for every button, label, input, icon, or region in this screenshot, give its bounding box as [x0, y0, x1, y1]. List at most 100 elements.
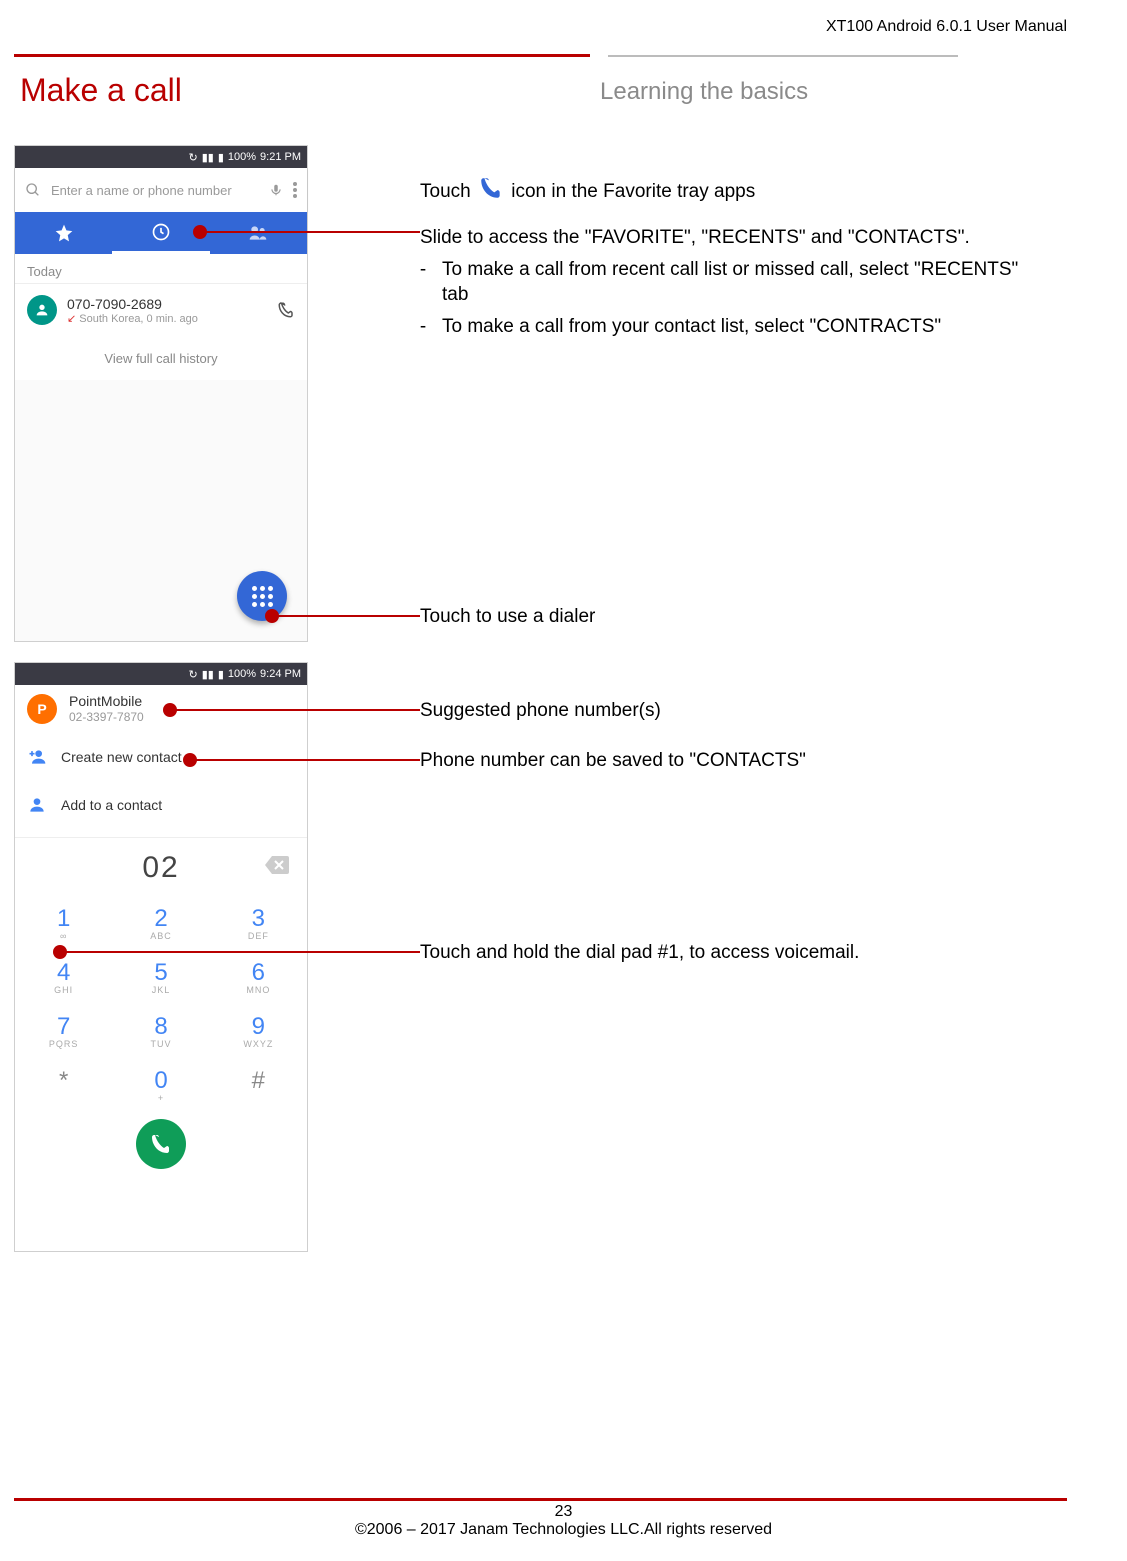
tab-bar: [15, 212, 307, 254]
dialpad-letters: +: [112, 1093, 209, 1103]
typed-number-row: 02: [15, 837, 307, 897]
dialpad-key-2[interactable]: 2ABC: [112, 897, 209, 951]
recent-call-row[interactable]: 070-7090-2689 ↙ South Korea, 0 min. ago: [15, 283, 307, 337]
screenshot-recents: ↻ ▮▮ ▮ 100% 9:21 PM Enter a name or phon…: [14, 145, 308, 642]
create-contact-row[interactable]: Create new contact: [15, 733, 307, 781]
suggested-name: PointMobile: [69, 694, 144, 709]
dialpad-letters: JKL: [112, 985, 209, 995]
dialpad-letters: ABC: [112, 931, 209, 941]
dialpad-digit: 6: [252, 959, 265, 986]
dialpad-digit: 8: [154, 1013, 167, 1040]
status-bar: ↻ ▮▮ ▮ 100% 9:21 PM: [15, 146, 307, 168]
dialpad-key-1[interactable]: 1∞: [15, 897, 112, 951]
signal-icon: ▮▮: [202, 668, 214, 681]
dialpad-letters: WXYZ: [210, 1039, 307, 1049]
recent-number: 070-7090-2689: [67, 296, 277, 312]
callout-bullet-recents: To make a call from recent call list or …: [442, 257, 1047, 308]
suggested-number: 02-3397-7870: [69, 710, 144, 724]
phone-icon-inline: [478, 175, 504, 209]
overflow-icon[interactable]: [293, 182, 297, 198]
section-subtitle: Learning the basics: [600, 78, 808, 106]
call-fab[interactable]: [136, 1119, 186, 1169]
dialer-fab[interactable]: [237, 571, 287, 621]
status-bar-2: ↻ ▮▮ ▮ 100% 9:24 PM: [15, 663, 307, 685]
dialpad-digit: 0: [154, 1067, 167, 1094]
add-person-icon: [27, 747, 47, 767]
battery-icon: ▮: [218, 668, 224, 681]
dialpad-letters: PQRS: [15, 1039, 112, 1049]
callout-touch-icon: Touch icon in the Favorite tray apps: [420, 175, 1047, 209]
dialpad-digit: 5: [154, 959, 167, 986]
callout-line-tabs: [200, 231, 420, 233]
dialpad-letters: MNO: [210, 985, 307, 995]
callout-line-save-contact: [190, 759, 420, 761]
dialpad-digit: 3: [252, 905, 265, 932]
dialpad-key-9[interactable]: 9WXYZ: [210, 1005, 307, 1059]
section-title: Make a call: [20, 72, 182, 109]
view-full-history[interactable]: View full call history: [15, 337, 307, 380]
dialpad-key-8[interactable]: 8TUV: [112, 1005, 209, 1059]
dialpad-key-*[interactable]: *: [15, 1059, 112, 1113]
people-icon: [247, 223, 269, 243]
dialpad-digit: 2: [154, 905, 167, 932]
dialpad-letters: DEF: [210, 931, 307, 941]
recent-subtext: ↙ South Korea, 0 min. ago: [67, 312, 277, 325]
dialpad-digit: 4: [57, 959, 70, 986]
dialpad-letters: GHI: [15, 985, 112, 995]
dialpad-key-3[interactable]: 3DEF: [210, 897, 307, 951]
dialpad-digit: 1: [57, 905, 70, 932]
dialpad-key-7[interactable]: 7PQRS: [15, 1005, 112, 1059]
footer-rule: [14, 1498, 1067, 1501]
sync-icon: ↻: [189, 151, 198, 164]
page-number: 23: [0, 1503, 1127, 1521]
search-placeholder: Enter a name or phone number: [51, 183, 269, 198]
header-rule-red: [14, 54, 590, 57]
sync-icon: ↻: [189, 668, 198, 681]
dialpad-digit: #: [252, 1067, 265, 1094]
dialpad-key-5[interactable]: 5JKL: [112, 951, 209, 1005]
tab-contacts[interactable]: [210, 212, 307, 254]
call-icon[interactable]: [277, 301, 295, 319]
suggested-avatar: P: [27, 694, 57, 724]
callout-line-suggested: [170, 709, 420, 711]
person-icon: [27, 795, 47, 815]
search-icon: [25, 182, 41, 198]
recent-text: 070-7090-2689 ↙ South Korea, 0 min. ago: [67, 296, 277, 325]
mic-icon[interactable]: [269, 183, 283, 197]
dialpad: 1∞2ABC3DEF4GHI5JKL6MNO7PQRS8TUV9WXYZ*0+#: [15, 897, 307, 1113]
person-icon: [34, 302, 50, 318]
star-icon: [54, 223, 74, 243]
footer: 23 ©2006 – 2017 Janam Technologies LLC.A…: [0, 1503, 1127, 1539]
dialpad-key-#[interactable]: #: [210, 1059, 307, 1113]
tab-favorites[interactable]: [15, 212, 112, 254]
dialpad-letters: TUV: [112, 1039, 209, 1049]
dialpad-digit: 9: [252, 1013, 265, 1040]
status-time-2: 9:24 PM: [260, 668, 301, 680]
dialpad-digit: 7: [57, 1013, 70, 1040]
callout-suggested: Suggested phone number(s): [420, 698, 1047, 724]
dialpad-letters: ∞: [15, 931, 112, 941]
callout-slide: Slide to access the "FAVORITE", "RECENTS…: [420, 225, 1047, 346]
signal-icon: ▮▮: [202, 151, 214, 164]
dialpad-icon: [252, 586, 273, 607]
create-contact-label: Create new contact: [61, 749, 182, 765]
battery-text: 100%: [228, 151, 256, 163]
backspace-icon[interactable]: [265, 856, 289, 879]
dialpad-digit: *: [59, 1067, 68, 1094]
callout-dialer: Touch to use a dialer: [420, 604, 1047, 630]
today-label: Today: [15, 254, 307, 283]
callout-line-voicemail: [60, 951, 420, 953]
dialpad-key-6[interactable]: 6MNO: [210, 951, 307, 1005]
copyright: ©2006 – 2017 Janam Technologies LLC.All …: [0, 1521, 1127, 1539]
add-contact-row[interactable]: Add to a contact: [15, 781, 307, 829]
dialpad-key-0[interactable]: 0+: [112, 1059, 209, 1113]
callout-bullet-contacts: To make a call from your contact list, s…: [442, 314, 1047, 340]
phone-icon: [149, 1132, 173, 1156]
dialpad-key-4[interactable]: 4GHI: [15, 951, 112, 1005]
contact-avatar: [27, 295, 57, 325]
typed-number: 02: [142, 851, 179, 885]
callout-save-contact: Phone number can be saved to "CONTACTS": [420, 748, 1047, 774]
clock-icon: [151, 222, 171, 242]
callout-line-dialer: [272, 615, 420, 617]
search-bar[interactable]: Enter a name or phone number: [15, 168, 307, 212]
